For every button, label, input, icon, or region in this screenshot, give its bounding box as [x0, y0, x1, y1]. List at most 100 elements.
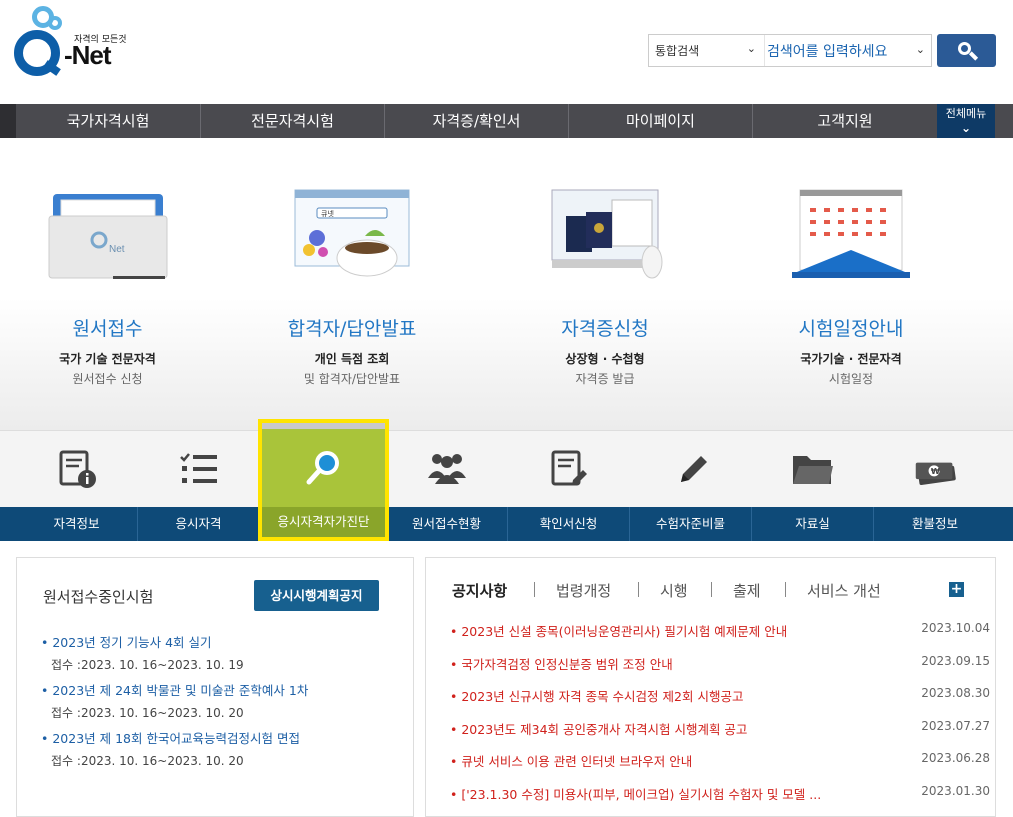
- hero-card-schedule[interactable]: 시험일정안내 국가기술 · 전문자격 시험일정: [736, 138, 966, 428]
- svg-text:큐넷: 큐넷: [321, 209, 334, 218]
- notice-row[interactable]: • 2023년 신규시행 자격 종목 수시검정 제2회 시행공고 2023.08…: [450, 686, 990, 706]
- notice-date: 2023.08.30: [921, 686, 990, 700]
- notice-title[interactable]: • 큐넷 서비스 이용 관련 인터넷 브라우저 안내: [450, 751, 692, 770]
- magnifier-icon: [306, 451, 339, 485]
- hero-subtitle: 상장형 · 수첩형: [565, 352, 645, 366]
- checklist-icon: [180, 453, 217, 483]
- nav-national-exam[interactable]: 국가자격시험: [16, 104, 201, 138]
- quick-label: 응시자격자가진단: [262, 507, 385, 537]
- quick-label: 응시자격: [138, 507, 260, 541]
- chevron-down-icon: ⌄: [915, 43, 925, 56]
- svg-text:Net: Net: [109, 244, 125, 255]
- notice-title[interactable]: • 2023년 신설 종목(이러닝운영관리사) 필기시험 예제문제 안내: [450, 621, 787, 640]
- hero-title: 원서접수: [72, 318, 143, 340]
- notice-row[interactable]: • 국가자격검정 인정신분증 범위 조정 안내 2023.09.15: [450, 654, 990, 674]
- search-button[interactable]: [937, 34, 996, 67]
- all-menu-button[interactable]: 전체메뉴 ⌄: [937, 104, 995, 138]
- nav-certificate[interactable]: 자격증/확인서: [385, 104, 569, 138]
- tab-service-improvement[interactable]: 서비스 개선: [807, 580, 881, 601]
- hero-description: 및 합격자/답안발표: [303, 372, 401, 386]
- quick-eligibility[interactable]: 응시자격: [138, 430, 260, 541]
- quick-qualification-info[interactable]: 자격정보: [16, 430, 138, 541]
- hero-card-certificate[interactable]: 자격증신청 상장형 · 수첩형 자격증 발급: [490, 138, 720, 428]
- hero-description: 시험일정: [828, 372, 874, 386]
- search-scope-select[interactable]: 통합검색 ⌄: [649, 35, 765, 66]
- notice-row[interactable]: • 큐넷 서비스 이용 관련 인터넷 브라우저 안내 2023.06.28: [450, 751, 990, 771]
- hero-title: 자격증신청: [561, 318, 649, 340]
- exam-item[interactable]: • 2023년 정기 기능사 4회 실기 접수 :2023. 10. 16~20…: [41, 632, 401, 673]
- notice-title[interactable]: • ['23.1.30 수정] 미용사(피부, 메이크업) 실기시험 수험자 및…: [450, 784, 821, 803]
- notice-title[interactable]: • 2023년도 제34회 공인중개사 자격시험 시행계획 공고: [450, 719, 747, 738]
- search-input[interactable]: 검색어를 입력하세요 ⌄: [767, 35, 931, 66]
- quick-label: 자격정보: [16, 507, 138, 541]
- quick-menu: 자격정보 응시자격 응시자격자가진단 원서접수현황 확인서신청 수험자준비물 자…: [0, 419, 1013, 541]
- hero-section: Net 원서접수 국가 기술 전문자격 원서접수 신청 큐넷 합격자/답안발표 …: [0, 138, 1013, 430]
- qnet-logo[interactable]: 자격의 모든것 -Net: [14, 6, 134, 82]
- quick-confirmation-request[interactable]: 확인서신청: [508, 430, 630, 541]
- hero-title: 합격자/답안발표: [287, 318, 417, 340]
- exam-date: 접수 :2023. 10. 16~2023. 10. 20: [51, 754, 244, 768]
- quick-archive[interactable]: 자료실: [752, 430, 874, 541]
- exam-date: 접수 :2023. 10. 16~2023. 10. 19: [51, 658, 244, 672]
- svg-text:₩: ₩: [931, 466, 940, 476]
- logo-text: -Net: [64, 40, 112, 70]
- panel-heading: 원서접수중인시험: [43, 588, 154, 606]
- notice-row[interactable]: • 2023년 신설 종목(이러닝운영관리사) 필기시험 예제문제 안내 202…: [450, 621, 990, 641]
- quick-label: 환불정보: [911, 516, 958, 531]
- notice-date: 2023.09.15: [921, 654, 990, 668]
- notice-row[interactable]: • 2023년도 제34회 공인중개사 자격시험 시행계획 공고 2023.07…: [450, 719, 990, 739]
- notice-date: 2023.10.04: [921, 621, 990, 635]
- calendar-illustration: [792, 189, 910, 278]
- quick-label: 확인서신청: [508, 507, 630, 541]
- browser-illustration: 큐넷: [294, 189, 410, 277]
- notice-row[interactable]: • ['23.1.30 수정] 미용사(피부, 메이크업) 실기시험 수험자 및…: [450, 784, 990, 804]
- hero-title: 시험일정안내: [798, 318, 904, 340]
- notice-panel: 공지사항 법령개정 시행 출제 서비스 개선 + • 2023년 신설 종목(이…: [425, 557, 996, 817]
- exam-title[interactable]: • 2023년 정기 기능사 4회 실기: [41, 632, 401, 651]
- certificate-edit-icon: [551, 450, 587, 486]
- tab-law-revision[interactable]: 법령개정: [556, 580, 611, 601]
- tab-questions[interactable]: 출제: [733, 580, 761, 601]
- exam-title[interactable]: • 2023년 제 18회 한국어교육능력검정시험 면접: [41, 728, 401, 747]
- quick-refund-info[interactable]: ₩ 환불정보: [874, 430, 996, 541]
- hero-description: 자격증 발급: [575, 372, 635, 386]
- hero-subtitle: 개인 득점 조회: [314, 352, 390, 366]
- folder-illustration: Net: [48, 194, 167, 279]
- hero-card-results[interactable]: 큐넷 합격자/답안발표 개인 득점 조회 및 합격자/답안발표: [237, 138, 467, 428]
- notice-date: 2023.01.30: [921, 784, 990, 798]
- folder-icon: [793, 456, 833, 484]
- regular-exam-plan-button[interactable]: 상시시행계획공지: [254, 580, 379, 611]
- tab-notice[interactable]: 공지사항: [452, 580, 507, 601]
- exam-item[interactable]: • 2023년 제 24회 박물관 및 미술관 준학예사 1차 접수 :2023…: [41, 680, 401, 721]
- laptop-passport-illustration: [551, 189, 663, 279]
- quick-label: 원서접수현황: [386, 507, 508, 541]
- exam-date: 접수 :2023. 10. 16~2023. 10. 20: [51, 706, 244, 720]
- chevron-down-icon: ⌄: [960, 121, 972, 135]
- nav-support[interactable]: 고객지원: [753, 104, 937, 138]
- notice-date: 2023.07.27: [921, 719, 990, 733]
- quick-exam-supplies[interactable]: 수험자준비물: [630, 430, 752, 541]
- nav-professional-exam[interactable]: 전문자격시험: [201, 104, 385, 138]
- quick-self-diagnosis[interactable]: 응시자격자가진단: [258, 419, 389, 541]
- main-nav: 국가자격시험 전문자격시험 자격증/확인서 마이페이지 고객지원 전체메뉴 ⌄: [0, 104, 1013, 138]
- search-box: 통합검색 ⌄ 검색어를 입력하세요 ⌄: [648, 34, 932, 67]
- hero-card-application[interactable]: Net 원서접수 국가 기술 전문자격 원서접수 신청: [0, 138, 215, 428]
- notice-title[interactable]: • 2023년 신규시행 자격 종목 수시검정 제2회 시행공고: [450, 686, 743, 705]
- money-icon: ₩: [915, 462, 956, 485]
- chevron-down-icon: ⌄: [746, 42, 756, 55]
- hero-description: 원서접수 신청: [72, 372, 143, 386]
- quick-label: 수험자준비물: [630, 507, 752, 541]
- open-exams-panel: 원서접수중인시험 상시시행계획공지 • 2023년 정기 기능사 4회 실기 접…: [16, 557, 414, 817]
- more-plus-icon[interactable]: +: [949, 582, 964, 597]
- notice-date: 2023.06.28: [921, 751, 990, 765]
- quick-label: 자료실: [752, 507, 874, 541]
- tab-implementation[interactable]: 시행: [660, 580, 688, 601]
- notice-title[interactable]: • 국가자격검정 인정신분증 범위 조정 안내: [450, 654, 673, 673]
- exam-item[interactable]: • 2023년 제 18회 한국어교육능력검정시험 면접 접수 :2023. 1…: [41, 728, 401, 769]
- pencil-icon: [681, 456, 707, 482]
- document-info-icon: [59, 450, 96, 488]
- exam-title[interactable]: • 2023년 제 24회 박물관 및 미술관 준학예사 1차: [41, 680, 401, 699]
- quick-application-status[interactable]: 원서접수현황: [386, 430, 508, 541]
- logo-ring-small: [48, 16, 62, 30]
- nav-mypage[interactable]: 마이페이지: [569, 104, 753, 138]
